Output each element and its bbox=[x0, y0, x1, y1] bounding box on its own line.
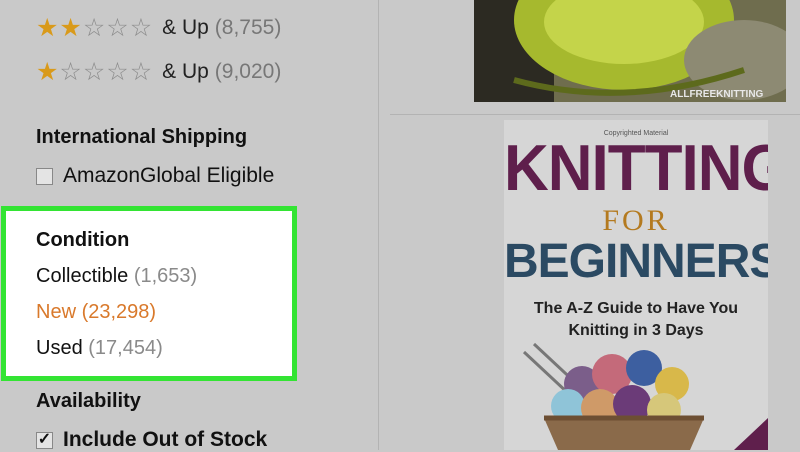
book-title-line1: KNITTING bbox=[504, 132, 768, 205]
star-empty-icon: ☆ bbox=[59, 57, 82, 86]
star-rating-1: ★ ☆ ☆ ☆ ☆ bbox=[36, 57, 153, 86]
star-filled-icon: ★ bbox=[36, 13, 59, 42]
star-empty-icon: ☆ bbox=[106, 13, 129, 42]
amazonglobal-eligible-option[interactable]: AmazonGlobal Eligible bbox=[36, 164, 274, 188]
star-empty-icon: ☆ bbox=[82, 57, 106, 86]
star-empty-icon: ☆ bbox=[82, 13, 106, 42]
condition-collectible-link[interactable]: Collectible (1,653) bbox=[36, 265, 197, 288]
scarf-watermark: ALLFREEKNITTING bbox=[670, 89, 764, 100]
book-title-line2: FOR bbox=[602, 204, 670, 237]
condition-count: (1,653) bbox=[133, 265, 198, 287]
product-image-book-cover[interactable]: Copyrighted Material KNITTING FOR BEGINN… bbox=[504, 120, 768, 450]
yarn-basket-illustration bbox=[522, 342, 768, 450]
condition-label: Used bbox=[36, 337, 83, 359]
amazonglobal-label: AmazonGlobal Eligible bbox=[63, 164, 275, 187]
filter-sidebar: ★ ★ ☆ ☆ ☆ & Up (8,755) ★ ☆ ☆ ☆ ☆ & Up (9… bbox=[0, 0, 378, 452]
condition-used-link[interactable]: Used (17,454) bbox=[36, 337, 163, 360]
rating-filter-2-stars[interactable]: ★ ★ ☆ ☆ ☆ & Up (8,755) bbox=[36, 12, 281, 44]
star-empty-icon: ☆ bbox=[129, 57, 153, 86]
star-empty-icon: ☆ bbox=[106, 57, 129, 86]
rating-count: (8,755) bbox=[214, 16, 282, 39]
column-divider bbox=[378, 0, 379, 450]
rating-filter-1-star[interactable]: ★ ☆ ☆ ☆ ☆ & Up (9,020) bbox=[36, 56, 281, 88]
rating-label: & Up bbox=[162, 16, 209, 39]
rating-label: & Up bbox=[162, 60, 209, 83]
condition-new-link[interactable]: New (23,298) bbox=[36, 301, 156, 324]
star-empty-icon: ☆ bbox=[129, 13, 153, 42]
amazonglobal-checkbox[interactable] bbox=[36, 167, 53, 185]
condition-label: New bbox=[36, 301, 77, 323]
product-divider bbox=[390, 114, 800, 115]
include-out-of-stock-label: Include Out of Stock bbox=[63, 428, 268, 451]
star-filled-icon: ★ bbox=[59, 13, 82, 42]
condition-count: (17,454) bbox=[88, 337, 163, 359]
rating-count: (9,020) bbox=[214, 60, 282, 83]
condition-label: Collectible bbox=[36, 265, 129, 287]
scarf-image: ALLFREEKNITTING bbox=[474, 0, 786, 102]
book-title-line3: BEGINNERS bbox=[504, 235, 768, 288]
book-subtitle-line1: The A-Z Guide to Have You bbox=[533, 300, 739, 317]
book-subtitle: The A-Z Guide to Have You Knitting in 3 … bbox=[504, 298, 768, 341]
product-image-scarf[interactable]: ALLFREEKNITTING bbox=[474, 0, 786, 102]
condition-filter-highlight: Condition Collectible (1,653) New (23,29… bbox=[1, 206, 297, 381]
condition-heading: Condition bbox=[36, 229, 130, 251]
star-rating-2: ★ ★ ☆ ☆ ☆ bbox=[36, 13, 153, 42]
star-filled-icon: ★ bbox=[36, 57, 59, 86]
include-out-of-stock-option[interactable]: ✓ Include Out of Stock bbox=[36, 428, 267, 452]
international-shipping-heading: International Shipping bbox=[36, 126, 248, 148]
availability-heading: Availability bbox=[36, 390, 141, 412]
condition-count: (23,298) bbox=[81, 301, 157, 323]
include-out-of-stock-checkbox[interactable]: ✓ bbox=[36, 431, 53, 449]
